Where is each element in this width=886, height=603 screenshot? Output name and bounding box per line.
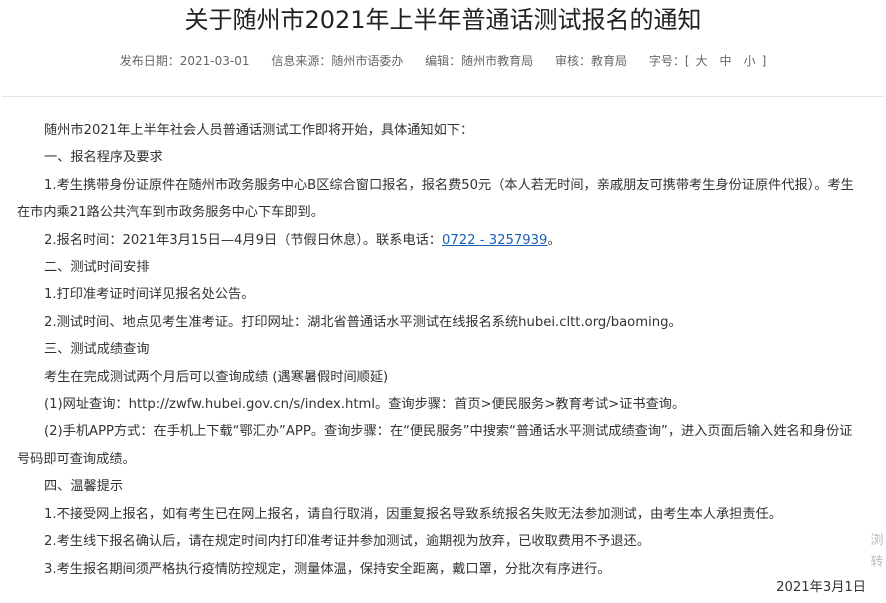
side-widget-line2: 转 [870,555,884,570]
paragraph: 考生在完成测试两个月后可以查询成绩 (遇寒暑假时间顺延) [44,369,389,385]
paragraph: 3.考生报名期间须严格执行疫情防控规定，测量体温，保持安全距离，戴口罩，分批次有… [44,561,611,577]
paragraph: 2.考生线下报名确认后，请在规定时间内打印准考证并参加测试，逾期视为放弃，已收取… [44,534,651,550]
page-title: 关于随州市2021年上半年普通话测试报名的通知 [184,6,702,34]
info-source: 信息来源：随州市语委办 [271,54,404,68]
paragraph: 2.测试时间、地点见考生准考证。打印网址：湖北省普通话水平测试在线报名系统hub… [44,314,682,330]
registration-time-text: 2.报名时间：2021年3月15日—4月9日（节假日休息）。联系电话： [44,232,442,248]
paragraph: 1.不接受网上报名，如有考生已在网上报名，请自行取消，因重复报名导致系统报名失败… [44,506,782,522]
registration-time-paragraph: 2.报名时间：2021年3月15日—4月9日（节假日休息）。联系电话：0722 … [17,227,863,254]
paragraph: 1.打印准考证时间详见报名处公告。 [44,287,255,303]
section-heading: 一、报名程序及要求 [44,150,163,166]
title-divider [2,96,884,97]
font-size-label: 字号：[ [648,54,690,68]
section-heading: 二、测试时间安排 [44,260,150,276]
publish-date: 发布日期：2021-03-01 [119,54,250,68]
paragraph: 1.考生携带身份证原件在随州市政务服务中心B区综合窗口报名，报名费50元（本人若… [17,177,854,221]
reviewer: 审核：教育局 [555,54,628,68]
section-heading: 四、温馨提示 [44,479,124,495]
font-size-small-button[interactable]: 小 [744,50,756,72]
phone-link[interactable]: 0722 - 3257939 [442,233,547,248]
font-size-large-button[interactable]: 大 [696,50,708,72]
paragraph: (2)手机APP方式：在手机上下载“鄂汇办”APP。查询步骤：在“便民服务”中搜… [17,424,853,467]
side-float-widget[interactable]: 浏 转 [868,530,886,574]
paragraph: (1)网址查询：http://zwfw.hubei.gov.cn/s/index… [44,397,686,413]
font-size-close: ] [761,54,767,68]
intro-paragraph: 随州市2021年上半年社会人员普通话测试工作即将开始，具体通知如下： [44,123,474,138]
article-body: 随州市2021年上半年社会人员普通话测试工作即将开始，具体通知如下： 一、报名程… [17,117,863,583]
font-size-medium-button[interactable]: 中 [720,50,732,72]
registration-time-suffix: 。 [547,232,561,248]
side-widget-line1: 浏 [870,533,884,548]
article-meta: 发布日期：2021-03-01 信息来源：随州市语委办 编辑：随州市教育局 审核… [0,50,886,72]
editor: 编辑：随州市教育局 [425,54,534,68]
section-heading: 三、测试成绩查询 [44,342,150,358]
sign-date: 2021年3月1日 [776,580,866,595]
